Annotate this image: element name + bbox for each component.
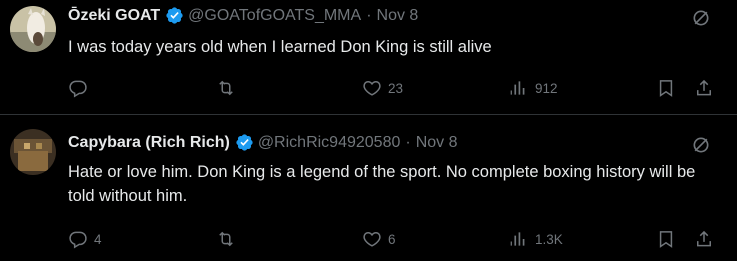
reply-button[interactable] [68,76,94,100]
like-icon [362,78,382,98]
user-handle[interactable]: @RichRic94920580 [258,134,401,152]
timestamp[interactable]: Nov 8 [377,7,419,25]
bookmark-icon [656,78,676,98]
avatar[interactable] [10,129,56,175]
tweet[interactable]: Capybara (Rich Rich) @RichRic94920580 · … [0,115,737,261]
verified-badge-icon [165,6,184,25]
verified-badge-icon [235,133,254,152]
tweet[interactable]: Ōzeki GOAT @GOATofGOATS_MMA · Nov 8 I wa… [0,0,737,114]
avatar[interactable] [10,6,56,52]
reply-icon [68,78,88,98]
reply-count: 4 [94,231,102,247]
reply-button[interactable]: 4 [68,227,102,251]
share-button[interactable] [694,227,714,251]
views-count: 912 [535,80,558,96]
grok-icon[interactable] [691,135,711,155]
like-button[interactable]: 23 [362,76,403,100]
like-count: 6 [388,231,396,247]
tweet-header: Capybara (Rich Rich) @RichRic94920580 · … [68,133,457,152]
like-count: 23 [388,80,404,96]
views-button[interactable]: 1.3K [509,227,563,251]
retweet-icon [216,229,236,249]
like-icon [362,229,382,249]
retweet-icon [216,78,236,98]
bookmark-button[interactable] [656,76,676,100]
separator-dot: · [405,133,411,151]
views-icon [509,78,529,98]
display-name[interactable]: Capybara (Rich Rich) [68,134,230,152]
retweet-button[interactable] [216,227,242,251]
views-count: 1.3K [535,231,563,247]
share-icon [694,229,714,249]
tweet-text: I was today years old when I learned Don… [68,38,492,56]
tweet-header: Ōzeki GOAT @GOATofGOATS_MMA · Nov 8 [68,6,418,25]
share-button[interactable] [694,76,714,100]
action-bar: 4 6 1.3K [68,227,718,251]
retweet-button[interactable] [216,76,242,100]
share-icon [694,78,714,98]
grok-icon[interactable] [691,8,711,28]
timestamp[interactable]: Nov 8 [416,134,458,152]
like-button[interactable]: 6 [362,227,396,251]
bookmark-icon [656,229,676,249]
display-name[interactable]: Ōzeki GOAT [68,7,160,25]
tweet-text: Hate or love him. Don King is a legend o… [68,163,696,205]
user-handle[interactable]: @GOATofGOATS_MMA [188,7,361,25]
reply-icon [68,229,88,249]
views-button[interactable]: 912 [509,76,558,100]
action-bar: 23 912 [68,76,718,100]
separator-dot: · [366,6,372,24]
views-icon [509,229,529,249]
bookmark-button[interactable] [656,227,676,251]
